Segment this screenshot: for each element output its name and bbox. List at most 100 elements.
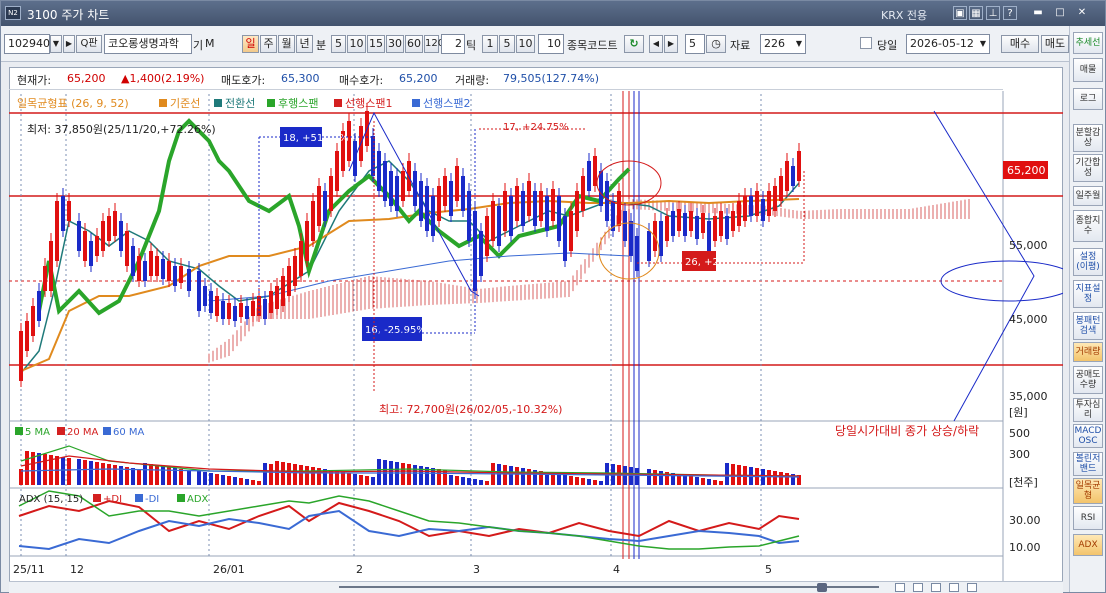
stock-code-input[interactable]: 102940	[4, 34, 50, 54]
adx-legend-item-0: +DI	[103, 494, 122, 505]
tile-icon[interactable]: ▦	[969, 6, 983, 20]
candle-body	[25, 321, 29, 351]
candle-body	[431, 196, 435, 236]
volume-bar	[647, 469, 651, 485]
sidebar-item-5[interactable]: 일주월	[1073, 186, 1103, 206]
candle-body	[491, 201, 495, 241]
date-picker[interactable]: 2026-05-12 ▼	[906, 34, 990, 54]
buy-button[interactable]: 매수	[1001, 35, 1039, 53]
volume-bar	[587, 479, 591, 485]
volume-legend-item-1: 20 MA	[67, 427, 99, 438]
settings-icon[interactable]	[949, 583, 959, 592]
prev-icon[interactable]: ◀	[649, 35, 663, 53]
sidebar-item-10[interactable]: 거래량	[1073, 342, 1103, 362]
candle-body	[61, 196, 65, 231]
sidebar-item-3[interactable]: 분할감상	[1073, 124, 1103, 152]
sidebar-item-13[interactable]: MACD OSC	[1073, 424, 1103, 448]
candle-body	[443, 176, 447, 206]
candle-body	[623, 211, 627, 241]
tick-5-button[interactable]: 5	[499, 35, 515, 53]
tick-input[interactable]: 2	[441, 34, 465, 54]
sidebar-item-7[interactable]: 설정(이평)	[1073, 248, 1103, 276]
volume-bar	[731, 464, 735, 485]
layout-icon[interactable]: ▣	[953, 6, 967, 20]
sidebar-item-0[interactable]: 추세선	[1073, 32, 1103, 54]
volume-bar	[245, 479, 249, 485]
sidebar-item-6[interactable]: 종합지수	[1073, 210, 1103, 242]
period-month-button[interactable]: 월	[278, 35, 295, 53]
refresh-icon[interactable]	[931, 583, 941, 592]
candle-body	[305, 221, 309, 261]
candle-body	[353, 141, 357, 176]
adx-plus-di	[18, 499, 800, 538]
minute-10-button[interactable]: 10	[347, 35, 366, 53]
sidebar-item-12[interactable]: 투자심리	[1073, 398, 1103, 422]
refresh-icon[interactable]: ↻	[624, 35, 644, 53]
candle-body	[227, 303, 231, 319]
candle-body	[527, 181, 531, 216]
volume-bar	[101, 463, 105, 485]
candle-body	[617, 191, 621, 226]
candle-body	[479, 231, 483, 276]
price-chart-svg[interactable]: 18, +51.56%17, +24.75%16, -25.95%26, +22…	[9, 91, 1063, 581]
candle-body	[503, 191, 507, 231]
minute-30-button[interactable]: 30	[386, 35, 404, 53]
app-icon: N2	[5, 6, 21, 20]
candle-body	[797, 151, 801, 181]
sidebar-item-14[interactable]: 볼린저밴드	[1073, 452, 1103, 476]
sidebar-item-4[interactable]: 기간합성	[1073, 154, 1103, 182]
maximize-button[interactable]: □	[1053, 6, 1067, 20]
volume-bar	[695, 477, 699, 485]
data-count-select[interactable]: 226 ▼	[760, 34, 806, 54]
sidebar-item-17[interactable]: ADX	[1073, 534, 1103, 556]
minute-120-button[interactable]: 120	[424, 35, 444, 53]
code-search-label[interactable]: 종목코드트	[567, 37, 618, 53]
print-icon[interactable]	[967, 583, 977, 592]
sidebar-item-9[interactable]: 봉패턴검색	[1073, 312, 1103, 340]
search-icon[interactable]: Q판	[76, 35, 102, 53]
minute-60-button[interactable]: 60	[405, 35, 423, 53]
scroll-track[interactable]	[339, 586, 879, 588]
minute-15-button[interactable]: 15	[367, 35, 385, 53]
name-suffix-2[interactable]: M	[205, 37, 215, 50]
adx-legend-item-2: ADX	[187, 494, 209, 505]
sidebar-item-8[interactable]: 지표설정	[1073, 280, 1103, 308]
volume-bar	[209, 473, 213, 485]
help-icon[interactable]: ?	[1003, 6, 1017, 20]
chart-scrollbar[interactable]	[9, 581, 1063, 593]
volume-bar	[575, 477, 579, 485]
sidebar-item-2[interactable]: 로그	[1073, 88, 1103, 110]
tick-count-input[interactable]: 10	[538, 34, 564, 54]
volume-bar	[227, 476, 231, 485]
name-suffix-1[interactable]: 기	[193, 37, 203, 53]
step-input[interactable]: 5	[685, 34, 705, 54]
next-icon[interactable]: ▶	[664, 35, 678, 53]
sell-button[interactable]: 매도	[1041, 35, 1069, 53]
quote-info-bar: 현재가: 65,200 ▲1,400(2.19%) 매도호가: 65,300 매…	[9, 68, 1003, 90]
clock-icon[interactable]: ◷	[706, 35, 726, 53]
period-day-button[interactable]: 일	[242, 35, 259, 53]
zoom-out-icon[interactable]	[913, 583, 923, 592]
candle-body	[83, 231, 87, 261]
sidebar-item-11[interactable]: 공매도수량	[1073, 366, 1103, 394]
sidebar-item-1[interactable]: 매물	[1073, 58, 1103, 82]
scroll-thumb[interactable]	[817, 583, 827, 592]
next-arrow-icon[interactable]: ▶	[63, 35, 75, 53]
period-week-button[interactable]: 주	[260, 35, 277, 53]
pin-icon[interactable]: ⊥	[986, 6, 1000, 20]
code-dropdown-icon[interactable]: ▼	[50, 35, 62, 53]
minimize-button[interactable]: ▬	[1031, 6, 1045, 20]
zoom-in-icon[interactable]	[895, 583, 905, 592]
sidebar-item-15[interactable]: 일목균형	[1073, 478, 1103, 504]
tick-10-button[interactable]: 10	[516, 35, 535, 53]
close-button[interactable]: ✕	[1075, 6, 1089, 20]
ichimoku-legend-item-3: 선행스팬1	[345, 97, 392, 110]
minute-5-button[interactable]: 5	[331, 35, 346, 53]
volume-bar	[257, 481, 261, 485]
period-year-button[interactable]: 년	[296, 35, 313, 53]
stock-name-field[interactable]: 코오롱생명과학	[104, 34, 192, 54]
today-checkbox[interactable]	[860, 37, 872, 49]
tick-1-button[interactable]: 1	[482, 35, 498, 53]
sidebar-item-16[interactable]: RSI	[1073, 506, 1103, 530]
volume-bar	[599, 481, 603, 485]
